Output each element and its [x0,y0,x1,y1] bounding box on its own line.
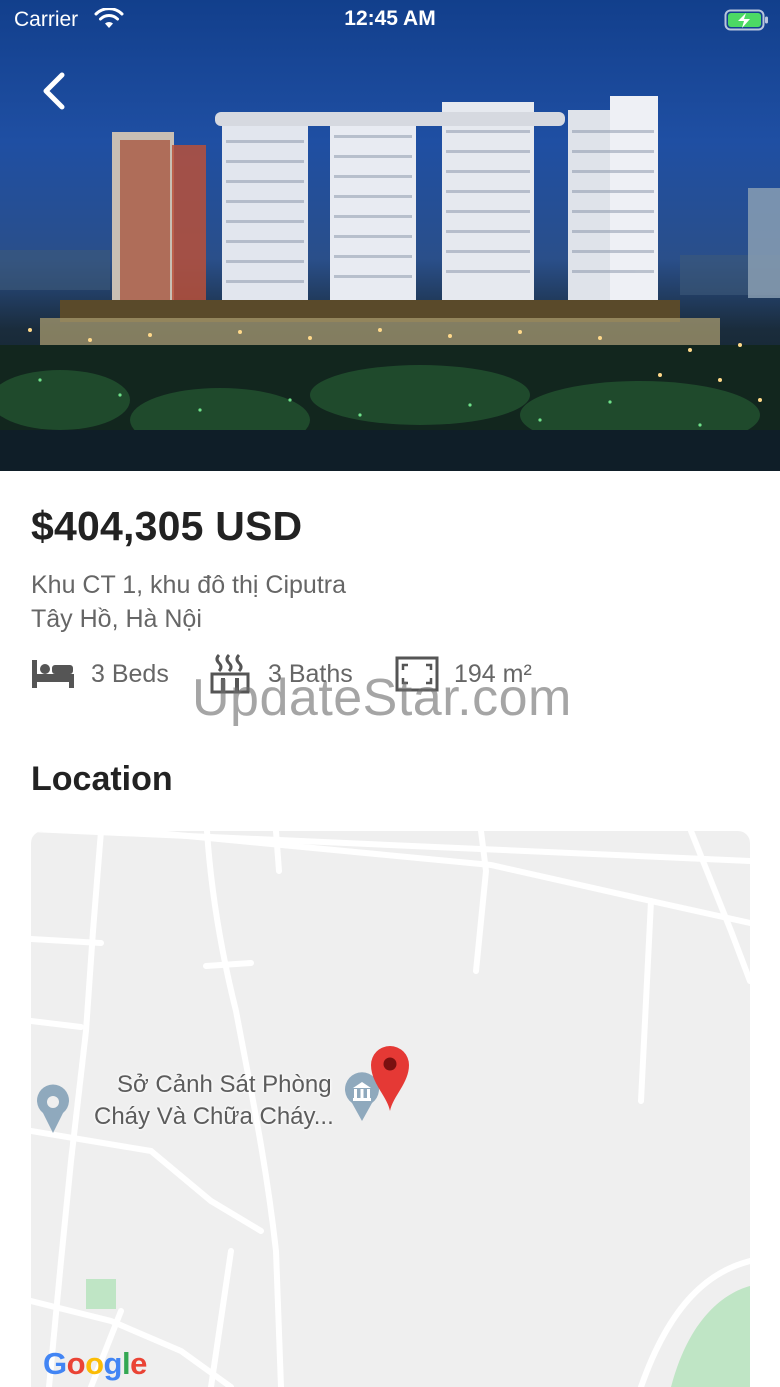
chevron-left-icon [43,72,65,110]
listing-price: $404,305 USD [31,503,303,549]
google-letter: l [121,1346,131,1381]
watermark: UpdateStar.com [192,669,572,727]
address-line-2: Tây Hồ, Hà Nội [31,605,202,633]
poi-name-line-1[interactable]: Sở Cảnh Sát Phòng [117,1071,332,1099]
google-letter: o [85,1346,104,1381]
google-letter: G [43,1346,67,1381]
hero-photo [0,96,780,471]
google-letter: o [66,1346,86,1381]
hero-image: Carrier 12:45 AM [0,0,780,471]
location-heading: Location [31,760,173,798]
google-letter: e [130,1346,147,1381]
location-map[interactable]: Sở Cảnh Sát Phòng Cháy Và Chữa Cháy... G… [31,831,750,1387]
status-bar: Carrier 12:45 AM [0,0,780,40]
address-line-1: Khu CT 1, khu đô thị Ciputra [31,571,346,599]
clock: 12:45 AM [344,7,436,30]
google-logo: Google [43,1346,147,1382]
poi-name-line-2[interactable]: Cháy Và Chữa Cháy... [94,1103,334,1131]
google-letter: g [103,1346,123,1381]
back-button[interactable] [30,66,80,116]
beds-label: 3 Beds [91,660,169,688]
bed-icon [31,658,75,695]
